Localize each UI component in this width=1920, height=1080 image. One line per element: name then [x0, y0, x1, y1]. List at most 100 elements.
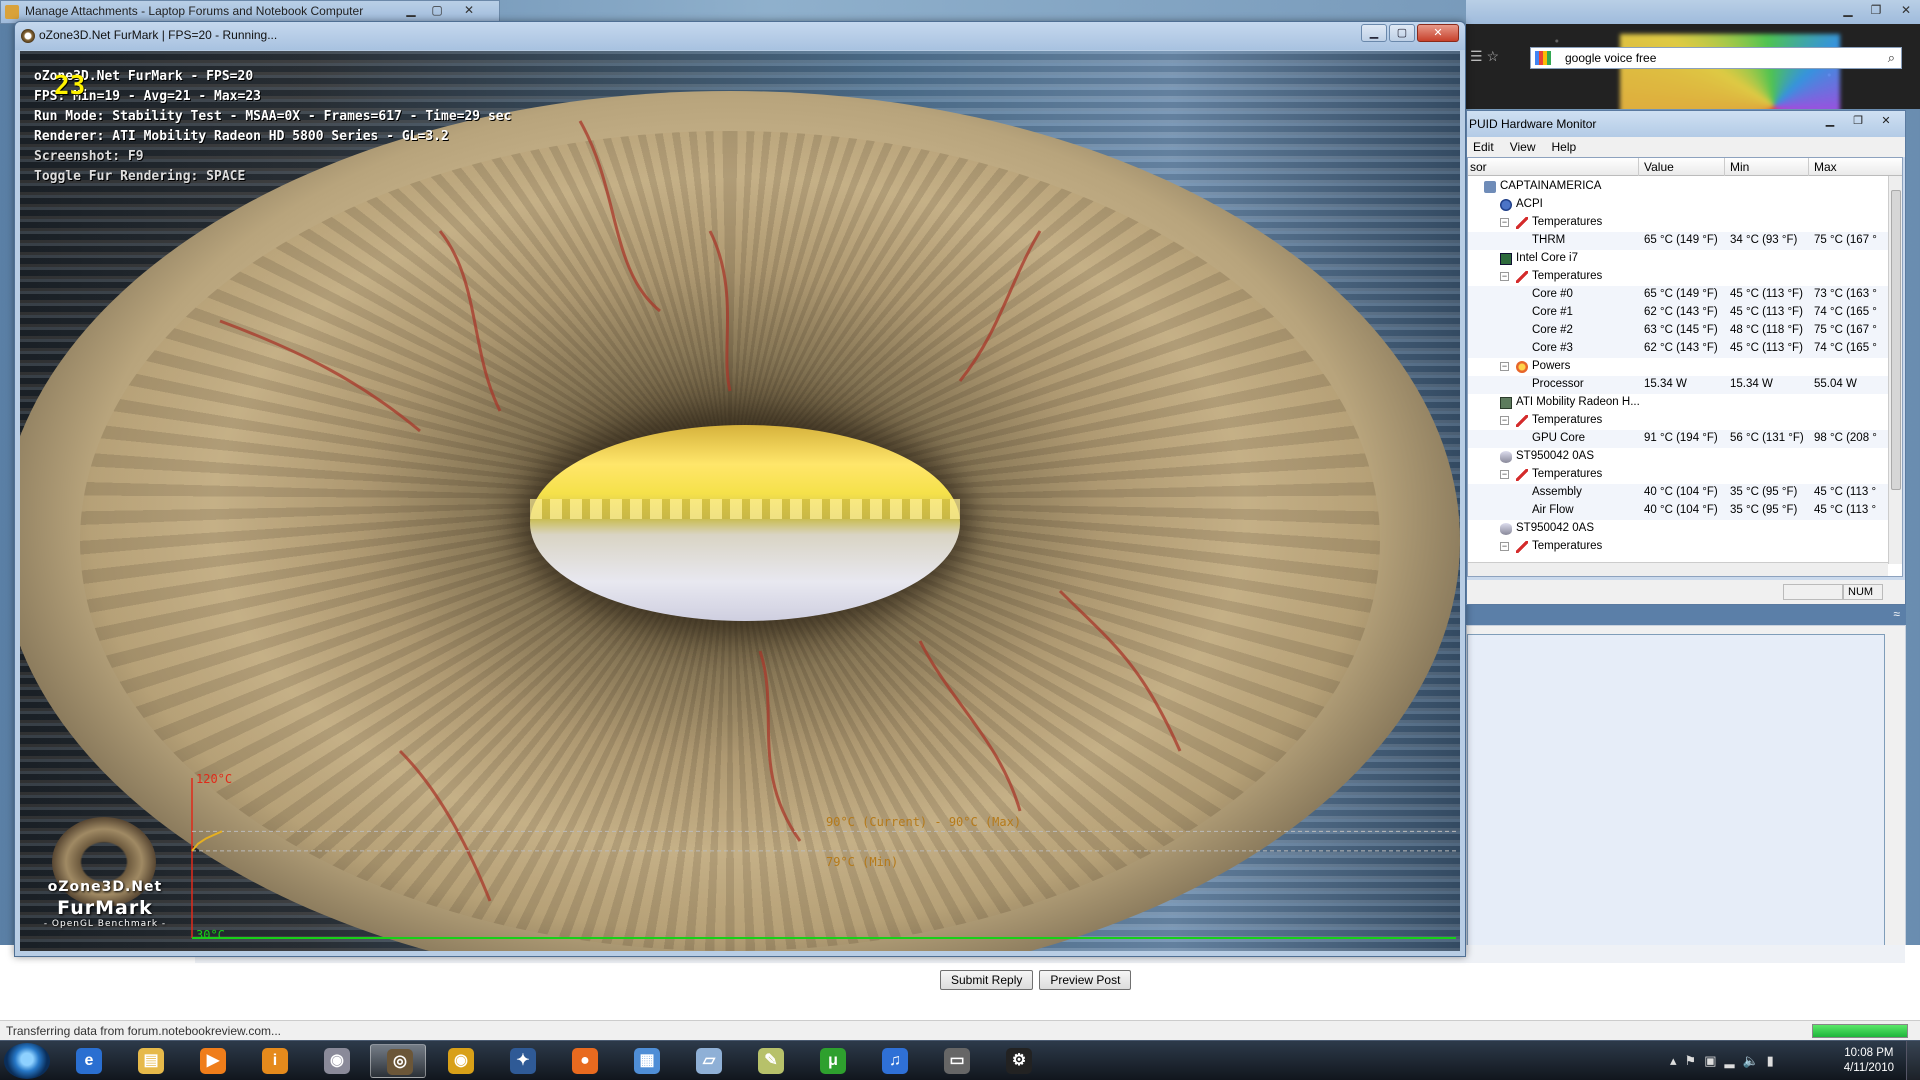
taskbar-item-windows-explorer[interactable]: ▤	[122, 1044, 178, 1078]
sensor-row[interactable]: Intel Core i7	[1468, 250, 1888, 268]
column-sensor[interactable]: sor	[1470, 160, 1487, 174]
vein	[958, 230, 1042, 382]
taskbar-item-eye-app[interactable]: ◉	[432, 1044, 488, 1078]
taskbar-item-dvd-app[interactable]: ◉	[308, 1044, 364, 1078]
search-icon[interactable]: ⌕	[1888, 50, 1895, 66]
notes-app-icon: ▱	[696, 1048, 722, 1074]
taskbar-item-itunes[interactable]: ♫	[866, 1044, 922, 1078]
sensor-row[interactable]: Core #3 62 °C (143 °F) 45 °C (113 °F) 74 °C…	[1468, 340, 1888, 358]
sensor-row[interactable]: THRM 65 °C (149 °F) 34 °C (93 °F) 75 °C (16…	[1468, 232, 1888, 250]
thermometer-icon	[1516, 271, 1528, 283]
hwmonitor-title: PUID Hardware Monitor	[1469, 117, 1597, 131]
sensor-row[interactable]: Processor 15.34 W 15.34 W 55.04 W	[1468, 376, 1888, 394]
device-icon[interactable]: ▣	[1704, 1053, 1724, 1068]
taskbar-item-notes-app[interactable]: ▱	[680, 1044, 736, 1078]
hud-line: FPS: Min=19 - Avg=21 - Max=23	[34, 89, 261, 104]
sensor-row[interactable]: − Temperatures	[1468, 268, 1888, 286]
sensor-row[interactable]: Core #1 62 °C (143 °F) 45 °C (113 °F) 74 °C…	[1468, 304, 1888, 322]
cpu-chip-icon	[1500, 253, 1512, 265]
taskbar-item-furmark[interactable]: ◎	[370, 1044, 426, 1078]
submit-reply-button[interactable]: Submit Reply	[940, 970, 1034, 990]
taskbar-item-steam[interactable]: ⚙	[990, 1044, 1046, 1078]
show-desktop-button[interactable]	[1906, 1041, 1920, 1080]
bookmark-star-icon[interactable]: ☆	[1486, 48, 1499, 64]
hwmonitor-titlebar[interactable]: PUID Hardware Monitor ▁ ❐ ✕	[1467, 111, 1905, 137]
sensor-row[interactable]: Air Flow 40 °C (104 °F) 35 °C (95 °F) 45 °C…	[1468, 502, 1888, 520]
column-value[interactable]: Value	[1644, 160, 1674, 174]
taskbar-item-cpuid-app[interactable]: ✦	[494, 1044, 550, 1078]
close-icon[interactable]: ✕	[1417, 24, 1459, 42]
close-icon[interactable]: ✕	[1873, 113, 1899, 131]
restore-icon[interactable]: ❐	[1864, 3, 1888, 21]
tree-expander-icon[interactable]: −	[1500, 416, 1509, 425]
sensor-row[interactable]: ST950042 0AS	[1468, 520, 1888, 538]
column-min[interactable]: Min	[1730, 160, 1749, 174]
reply-text-area[interactable]	[1467, 634, 1885, 949]
tree-expander-icon[interactable]: −	[1500, 218, 1509, 227]
tree-expander-icon[interactable]: −	[1500, 470, 1509, 479]
tree-expander-icon[interactable]: −	[1500, 362, 1509, 371]
taskbar-item-ticket-app[interactable]: ✎	[742, 1044, 798, 1078]
taskbar-item-control-panel[interactable]: ▦	[618, 1044, 674, 1078]
furmark-render-viewport[interactable]: oZone3D.Net FurMark - FPS=20 FPS: Min=19…	[20, 51, 1460, 951]
tray-icons[interactable]: ▴⚑▣▂🔈▮	[1670, 1053, 1782, 1069]
sensor-row[interactable]: GPU Core 91 °C (194 °F) 56 °C (131 °F) 98 °…	[1468, 430, 1888, 448]
browser-nav-icons[interactable]: ☰ ☆	[1470, 48, 1526, 68]
furmark-titlebar[interactable]: oZone3D.Net FurMark | FPS=20 - Running..…	[15, 22, 1465, 50]
fps-overlay-counter: 23	[54, 71, 86, 101]
taskbar-item-info-app[interactable]: i	[246, 1044, 302, 1078]
restore-icon[interactable]: ❐	[1845, 113, 1871, 131]
minimize-icon[interactable]: ▁	[1817, 113, 1843, 131]
show-hidden-icons-icon[interactable]: ▴	[1670, 1053, 1685, 1068]
taskbar-item-firefox[interactable]: ●	[556, 1044, 612, 1078]
search-value[interactable]: google voice free	[1565, 51, 1656, 65]
taskbar-item-utorrent[interactable]: μ	[804, 1044, 860, 1078]
google-icon[interactable]	[1535, 51, 1551, 65]
hud-line: oZone3D.Net FurMark - FPS=20	[34, 69, 254, 84]
scroll-thumb[interactable]	[1891, 190, 1901, 490]
sensor-row[interactable]: − Powers	[1468, 358, 1888, 376]
minimize-icon[interactable]: ▁	[1361, 24, 1387, 42]
sensor-row[interactable]: − Temperatures	[1468, 466, 1888, 484]
sensor-row[interactable]: − Temperatures	[1468, 214, 1888, 232]
sensor-row[interactable]: CAPTAINAMERICA	[1468, 178, 1888, 196]
sensor-row[interactable]: − Temperatures	[1468, 538, 1888, 556]
taskbar-item-media-player[interactable]: ▶	[184, 1044, 240, 1078]
sensor-min: 56 °C (131 °F)	[1730, 432, 1804, 444]
network-signal-icon[interactable]: ▂	[1724, 1053, 1742, 1068]
sensor-row[interactable]: Core #2 63 °C (145 °F) 48 °C (118 °F) 75 °C…	[1468, 322, 1888, 340]
maximize-icon[interactable]: ▢	[425, 3, 449, 21]
minimize-icon[interactable]: ▁	[399, 3, 423, 21]
flag-icon[interactable]: ⚑	[1685, 1053, 1705, 1068]
preview-post-button[interactable]: Preview Post	[1039, 970, 1132, 990]
sensor-row[interactable]: − Temperatures	[1468, 412, 1888, 430]
taskbar-item-hwmonitor-app[interactable]: ▭	[928, 1044, 984, 1078]
maximize-icon[interactable]: ▢	[1389, 24, 1415, 42]
close-icon[interactable]: ✕	[1894, 3, 1918, 21]
column-max[interactable]: Max	[1814, 160, 1837, 174]
sensor-tree[interactable]: sor Value Min Max CAPTAINAMERICA ACPI − Tem…	[1467, 157, 1903, 577]
taskbar-item-internet-explorer[interactable]: e	[60, 1044, 116, 1078]
horizontal-scrollbar[interactable]	[1468, 562, 1888, 576]
tree-expander-icon[interactable]: −	[1500, 542, 1509, 551]
menu-help[interactable]: Help	[1551, 140, 1576, 157]
menu-edit[interactable]: Edit	[1473, 140, 1494, 157]
menu-view[interactable]: View	[1510, 140, 1536, 157]
tree-expander-icon[interactable]: −	[1500, 272, 1509, 281]
info-app-icon: i	[262, 1048, 288, 1074]
sensor-row[interactable]: Assembly 40 °C (104 °F) 35 °C (95 °F) 45 °C…	[1468, 484, 1888, 502]
taskbar-clock[interactable]: 10:08 PM 4/11/2010	[1844, 1046, 1894, 1076]
start-button[interactable]	[4, 1043, 50, 1079]
vertical-scrollbar[interactable]	[1888, 176, 1902, 564]
close-icon[interactable]: ✕	[457, 3, 481, 21]
volume-icon[interactable]: 🔈	[1742, 1053, 1766, 1068]
collapse-icon[interactable]: ≈	[1893, 607, 1900, 621]
minimize-icon[interactable]: ▁	[1836, 3, 1860, 21]
sensor-row[interactable]: ACPI	[1468, 196, 1888, 214]
sensor-row[interactable]: ST950042 0AS	[1468, 448, 1888, 466]
sensor-row[interactable]: Core #0 65 °C (149 °F) 45 °C (113 °F) 73 °C…	[1468, 286, 1888, 304]
power-icon[interactable]: ▮	[1767, 1053, 1782, 1068]
sensor-row[interactable]: ATI Mobility Radeon H...	[1468, 394, 1888, 412]
browser-search-box[interactable]: google voice free ⌕	[1530, 47, 1902, 69]
rss-icon[interactable]: ☰	[1470, 48, 1483, 64]
